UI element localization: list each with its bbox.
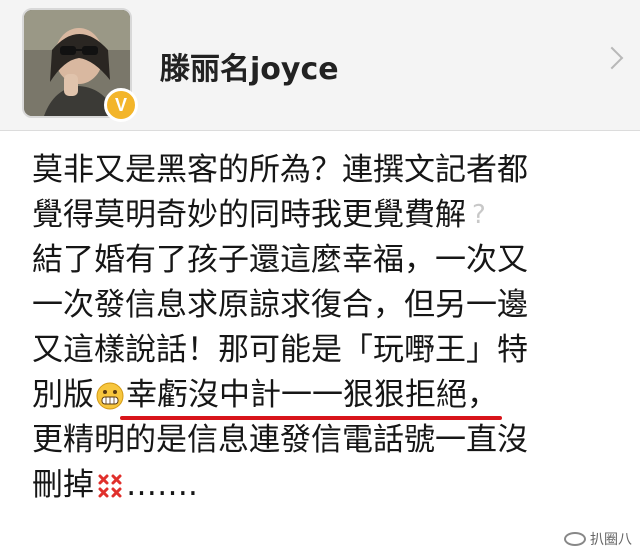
post-line-text: 別版 xyxy=(32,377,94,413)
angry-emoji-icon xyxy=(98,474,122,498)
post-line: 更精明的是信息連發信電話號一直沒 xyxy=(32,422,528,458)
highlighted-text: 幸虧沒中計一一狠狠拒絕， xyxy=(120,373,502,420)
grimace-emoji-icon xyxy=(96,382,124,410)
username[interactable]: 滕丽名joyce xyxy=(160,44,339,88)
post-line: 莫非又是黑客的所為？連撰文記者都 xyxy=(32,152,528,188)
watermark: 扒圈八 xyxy=(564,529,632,549)
post-line: 刪掉 ……. xyxy=(32,463,632,508)
post-line: 覺得莫明奇妙的同時我更覺費解? xyxy=(32,193,632,238)
post-line: 又這樣說話！那可能是「玩嘢王」特 xyxy=(32,332,528,368)
post-line: 別版 幸虧沒中計一一狠狠拒絕， xyxy=(32,373,632,420)
verified-badge-icon: V xyxy=(104,88,138,122)
watermark-text: 扒圈八 xyxy=(590,532,632,548)
post-line-text: 覺得莫明奇妙的同時我更覺費解 xyxy=(32,197,466,233)
post-content: 莫非又是黑客的所為？連撰文記者都 覺得莫明奇妙的同時我更覺費解? 結了婚有了孩子… xyxy=(32,148,632,508)
highlight-phrase: 幸虧沒中計一一狠狠拒絕， xyxy=(126,377,498,413)
post-line-text: 刪掉 xyxy=(32,467,94,503)
chevron-right-icon[interactable] xyxy=(600,46,624,70)
post-line: 一次發信息求原諒求復合，但另一邊 xyxy=(32,287,528,323)
question-mark-icon: ? xyxy=(472,200,486,230)
profile-header[interactable]: V 滕丽名joyce xyxy=(0,0,640,131)
post-line-text: ……. xyxy=(126,467,198,503)
wechat-logo-icon xyxy=(564,532,586,546)
post-line: 結了婚有了孩子還這麼幸福，一次又 xyxy=(32,242,528,278)
